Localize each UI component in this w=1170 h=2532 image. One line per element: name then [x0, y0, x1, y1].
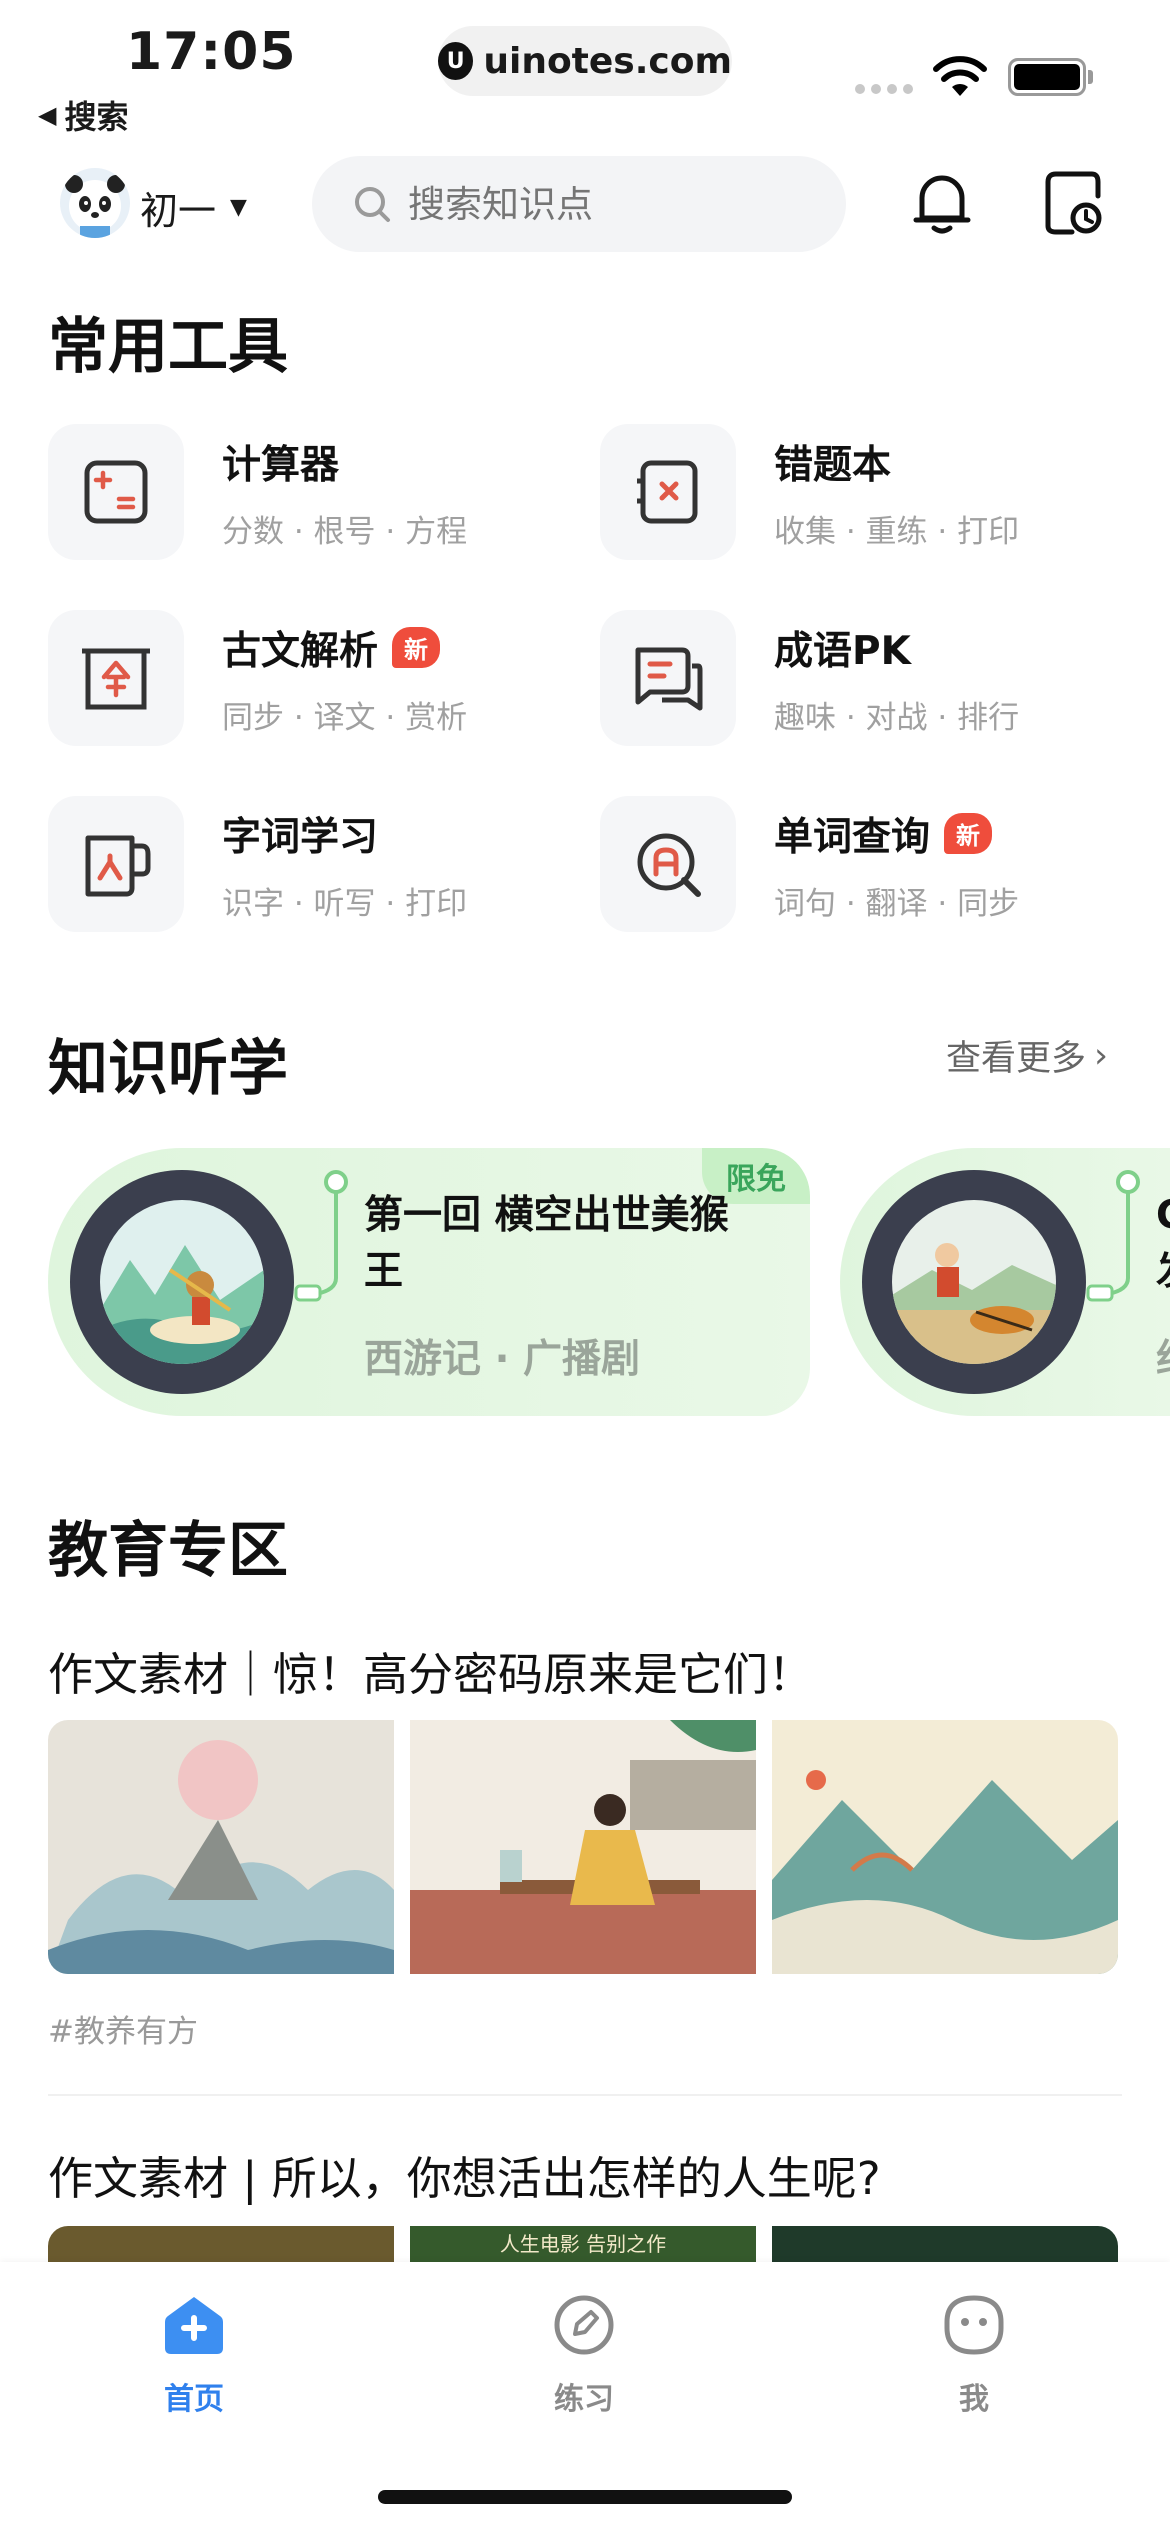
- cover-illustration: [892, 1200, 1056, 1364]
- history-icon[interactable]: [1044, 170, 1104, 236]
- tool-classical-text[interactable]: 古文解析 新 同步 · 译文 · 赏析: [48, 610, 568, 746]
- practice-compass-icon: [554, 2295, 614, 2355]
- cellular-signal-icon: [855, 84, 913, 94]
- tool-character-learning[interactable]: 字词学习 识字 · 听写 · 打印: [48, 796, 568, 932]
- tool-desc: 词句 · 翻译 · 同步: [774, 885, 1020, 922]
- tab-label: 练习: [554, 2382, 614, 2417]
- tonearm-icon: [1086, 1170, 1140, 1302]
- article-thumbnail: 人生电影 告别之作: [410, 2226, 756, 2266]
- article-title[interactable]: 作文素材｜惊！高分密码原来是它们！: [48, 1638, 813, 1703]
- tool-idiom-pk[interactable]: 成语PK 趣味 · 对战 · 排行: [600, 610, 1120, 746]
- url-pill[interactable]: U uinotes.com: [438, 26, 732, 96]
- tool-desc: 分数 · 根号 · 方程: [222, 513, 468, 550]
- back-label: 搜索: [64, 98, 129, 136]
- audio-card[interactable]: 限免 第一回 横空出世美猴王 西游记 · 广播剧: [48, 1148, 810, 1416]
- tool-word-search[interactable]: 单词查询 新 词句 · 翻译 · 同步: [600, 796, 1120, 932]
- chevron-right-icon: ›: [1094, 1035, 1109, 1076]
- tools-section-title: 常用工具: [48, 312, 288, 382]
- tool-name: 错题本: [774, 442, 892, 488]
- audio-title: C 发: [1156, 1188, 1170, 1300]
- wifi-icon: [933, 56, 987, 96]
- view-more-link[interactable]: 查看更多 ›: [946, 1030, 1108, 1081]
- audio-card[interactable]: C 发 约: [840, 1148, 1170, 1416]
- audio-title: 第一回 横空出世美猴王: [364, 1193, 729, 1294]
- article-thumbnail: [410, 1720, 756, 1974]
- article-title[interactable]: 作文素材 | 所以，你想活出怎样的人生呢?: [48, 2142, 881, 2207]
- audio-section-title: 知识听学: [48, 1034, 288, 1104]
- record-disc-icon: [862, 1170, 1086, 1394]
- tool-name: 字词学习: [222, 814, 379, 860]
- calculator-icon: [48, 424, 184, 560]
- new-badge: 新: [944, 813, 993, 854]
- article-thumbnail: [48, 1720, 394, 1974]
- tool-desc: 趣味 · 对战 · 排行: [774, 699, 1020, 736]
- tab-label: 首页: [164, 2382, 224, 2417]
- character-card-icon: [48, 796, 184, 932]
- home-plus-icon: [165, 2297, 223, 2354]
- tool-mistake-book[interactable]: 错题本 收集 · 重练 · 打印: [600, 424, 1120, 560]
- grade-selector[interactable]: 初一 ▼: [140, 180, 247, 235]
- battery-icon: [1008, 58, 1086, 96]
- tool-desc: 收集 · 重练 · 打印: [774, 513, 1020, 550]
- battery-tip: [1088, 70, 1093, 84]
- edu-section-title: 教育专区: [48, 1516, 288, 1586]
- article-image-row[interactable]: [48, 1720, 1118, 1974]
- cover-illustration: [100, 1200, 264, 1364]
- article-image-row[interactable]: 人生电影 告别之作: [48, 2226, 1118, 2266]
- mistake-book-icon: [600, 424, 736, 560]
- article-thumbnail: [772, 2226, 1118, 2266]
- tool-desc: 识字 · 听写 · 打印: [222, 885, 468, 922]
- tool-name: 古文解析: [222, 628, 379, 674]
- word-search-icon: [600, 796, 736, 932]
- banner-text: 人生电影 告别之作: [499, 2232, 667, 2256]
- search-bar[interactable]: [312, 156, 846, 252]
- article-thumbnail: [48, 2226, 394, 2266]
- grade-label: 初一: [140, 189, 217, 233]
- back-to-search[interactable]: ◀ 搜索: [38, 92, 128, 138]
- panda-avatar-icon: [65, 175, 125, 238]
- site-logo-icon: U: [438, 42, 474, 80]
- caret-down-icon: ▼: [230, 195, 247, 220]
- bell-icon[interactable]: [912, 170, 972, 236]
- article-thumbnail: [772, 1720, 1118, 1974]
- search-icon: [355, 187, 390, 222]
- search-input[interactable]: [406, 181, 810, 227]
- new-badge: 新: [392, 627, 441, 668]
- tool-name: 成语PK: [774, 628, 911, 674]
- tool-name: 计算器: [222, 442, 340, 488]
- tonearm-icon: [294, 1170, 348, 1302]
- view-more-label: 查看更多: [946, 1039, 1087, 1079]
- record-disc-icon: [70, 1170, 294, 1394]
- classical-text-icon: [48, 610, 184, 746]
- divider: [48, 2094, 1122, 2096]
- home-indicator: [378, 2490, 792, 2504]
- tool-name: 单词查询: [774, 814, 931, 860]
- avatar[interactable]: [60, 168, 130, 238]
- back-triangle-icon: ◀: [38, 101, 57, 129]
- idiom-chat-icon: [600, 610, 736, 746]
- tab-label: 我: [959, 2382, 989, 2417]
- audio-subtitle: 西游记 · 广播剧: [364, 1337, 640, 1382]
- audio-subtitle: 约: [1156, 1328, 1170, 1384]
- tab-practice[interactable]: 练习: [494, 2294, 674, 2418]
- tool-calculator[interactable]: 计算器 分数 · 根号 · 方程: [48, 424, 568, 560]
- tab-me[interactable]: 我: [884, 2294, 1064, 2418]
- article-hashtag[interactable]: #教养有方: [48, 2006, 198, 2051]
- tool-desc: 同步 · 译文 · 赏析: [222, 699, 468, 736]
- profile-face-icon: [944, 2295, 1004, 2355]
- url-text: uinotes.com: [483, 40, 732, 82]
- tab-home[interactable]: 首页: [104, 2294, 284, 2418]
- status-time: 17:05: [126, 22, 297, 82]
